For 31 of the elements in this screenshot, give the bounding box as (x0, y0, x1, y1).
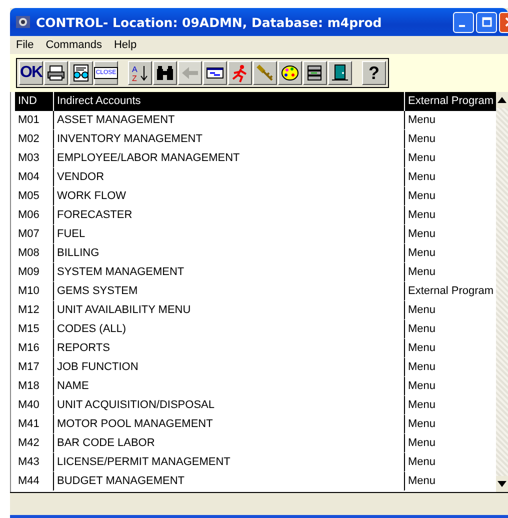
toolbar-button[interactable] (303, 61, 327, 85)
minimize-button[interactable] (453, 12, 474, 32)
ok-button[interactable]: OK (19, 61, 43, 85)
toolbar-button[interactable] (153, 61, 177, 85)
glasses-icon (71, 63, 91, 83)
toolbar-button[interactable] (328, 61, 352, 85)
maximize-button[interactable] (476, 12, 497, 32)
minimize-icon (458, 25, 464, 27)
toolbar-button[interactable] (44, 61, 68, 85)
column-header[interactable]: IND (15, 92, 53, 111)
column-header[interactable]: Indirect Accounts (53, 92, 404, 111)
toolbar-button[interactable] (228, 61, 252, 85)
app-icon (15, 14, 31, 30)
palette-icon (280, 63, 300, 83)
window-title: CONTROL- Location: 09ADMN, Database: m4prod (36, 14, 383, 30)
table-cell: External Program (404, 282, 496, 301)
help-button[interactable]: ? (362, 61, 386, 85)
printer-icon (46, 63, 66, 83)
toolbar-button[interactable] (203, 61, 227, 85)
menu-item[interactable]: Help (114, 39, 137, 51)
menu-item[interactable]: Commands (46, 39, 102, 51)
maximize-icon (482, 17, 492, 27)
toolbar-button[interactable] (253, 61, 277, 85)
vertical-scrollbar[interactable] (496, 92, 508, 492)
door-icon (330, 63, 350, 83)
binoculars-icon (155, 63, 175, 83)
toolbar-button[interactable] (69, 61, 93, 85)
key-icon (255, 63, 275, 83)
column-header[interactable]: External Program (404, 92, 496, 111)
menu-item[interactable]: File (16, 39, 34, 51)
toolbar-button[interactable] (278, 61, 302, 85)
